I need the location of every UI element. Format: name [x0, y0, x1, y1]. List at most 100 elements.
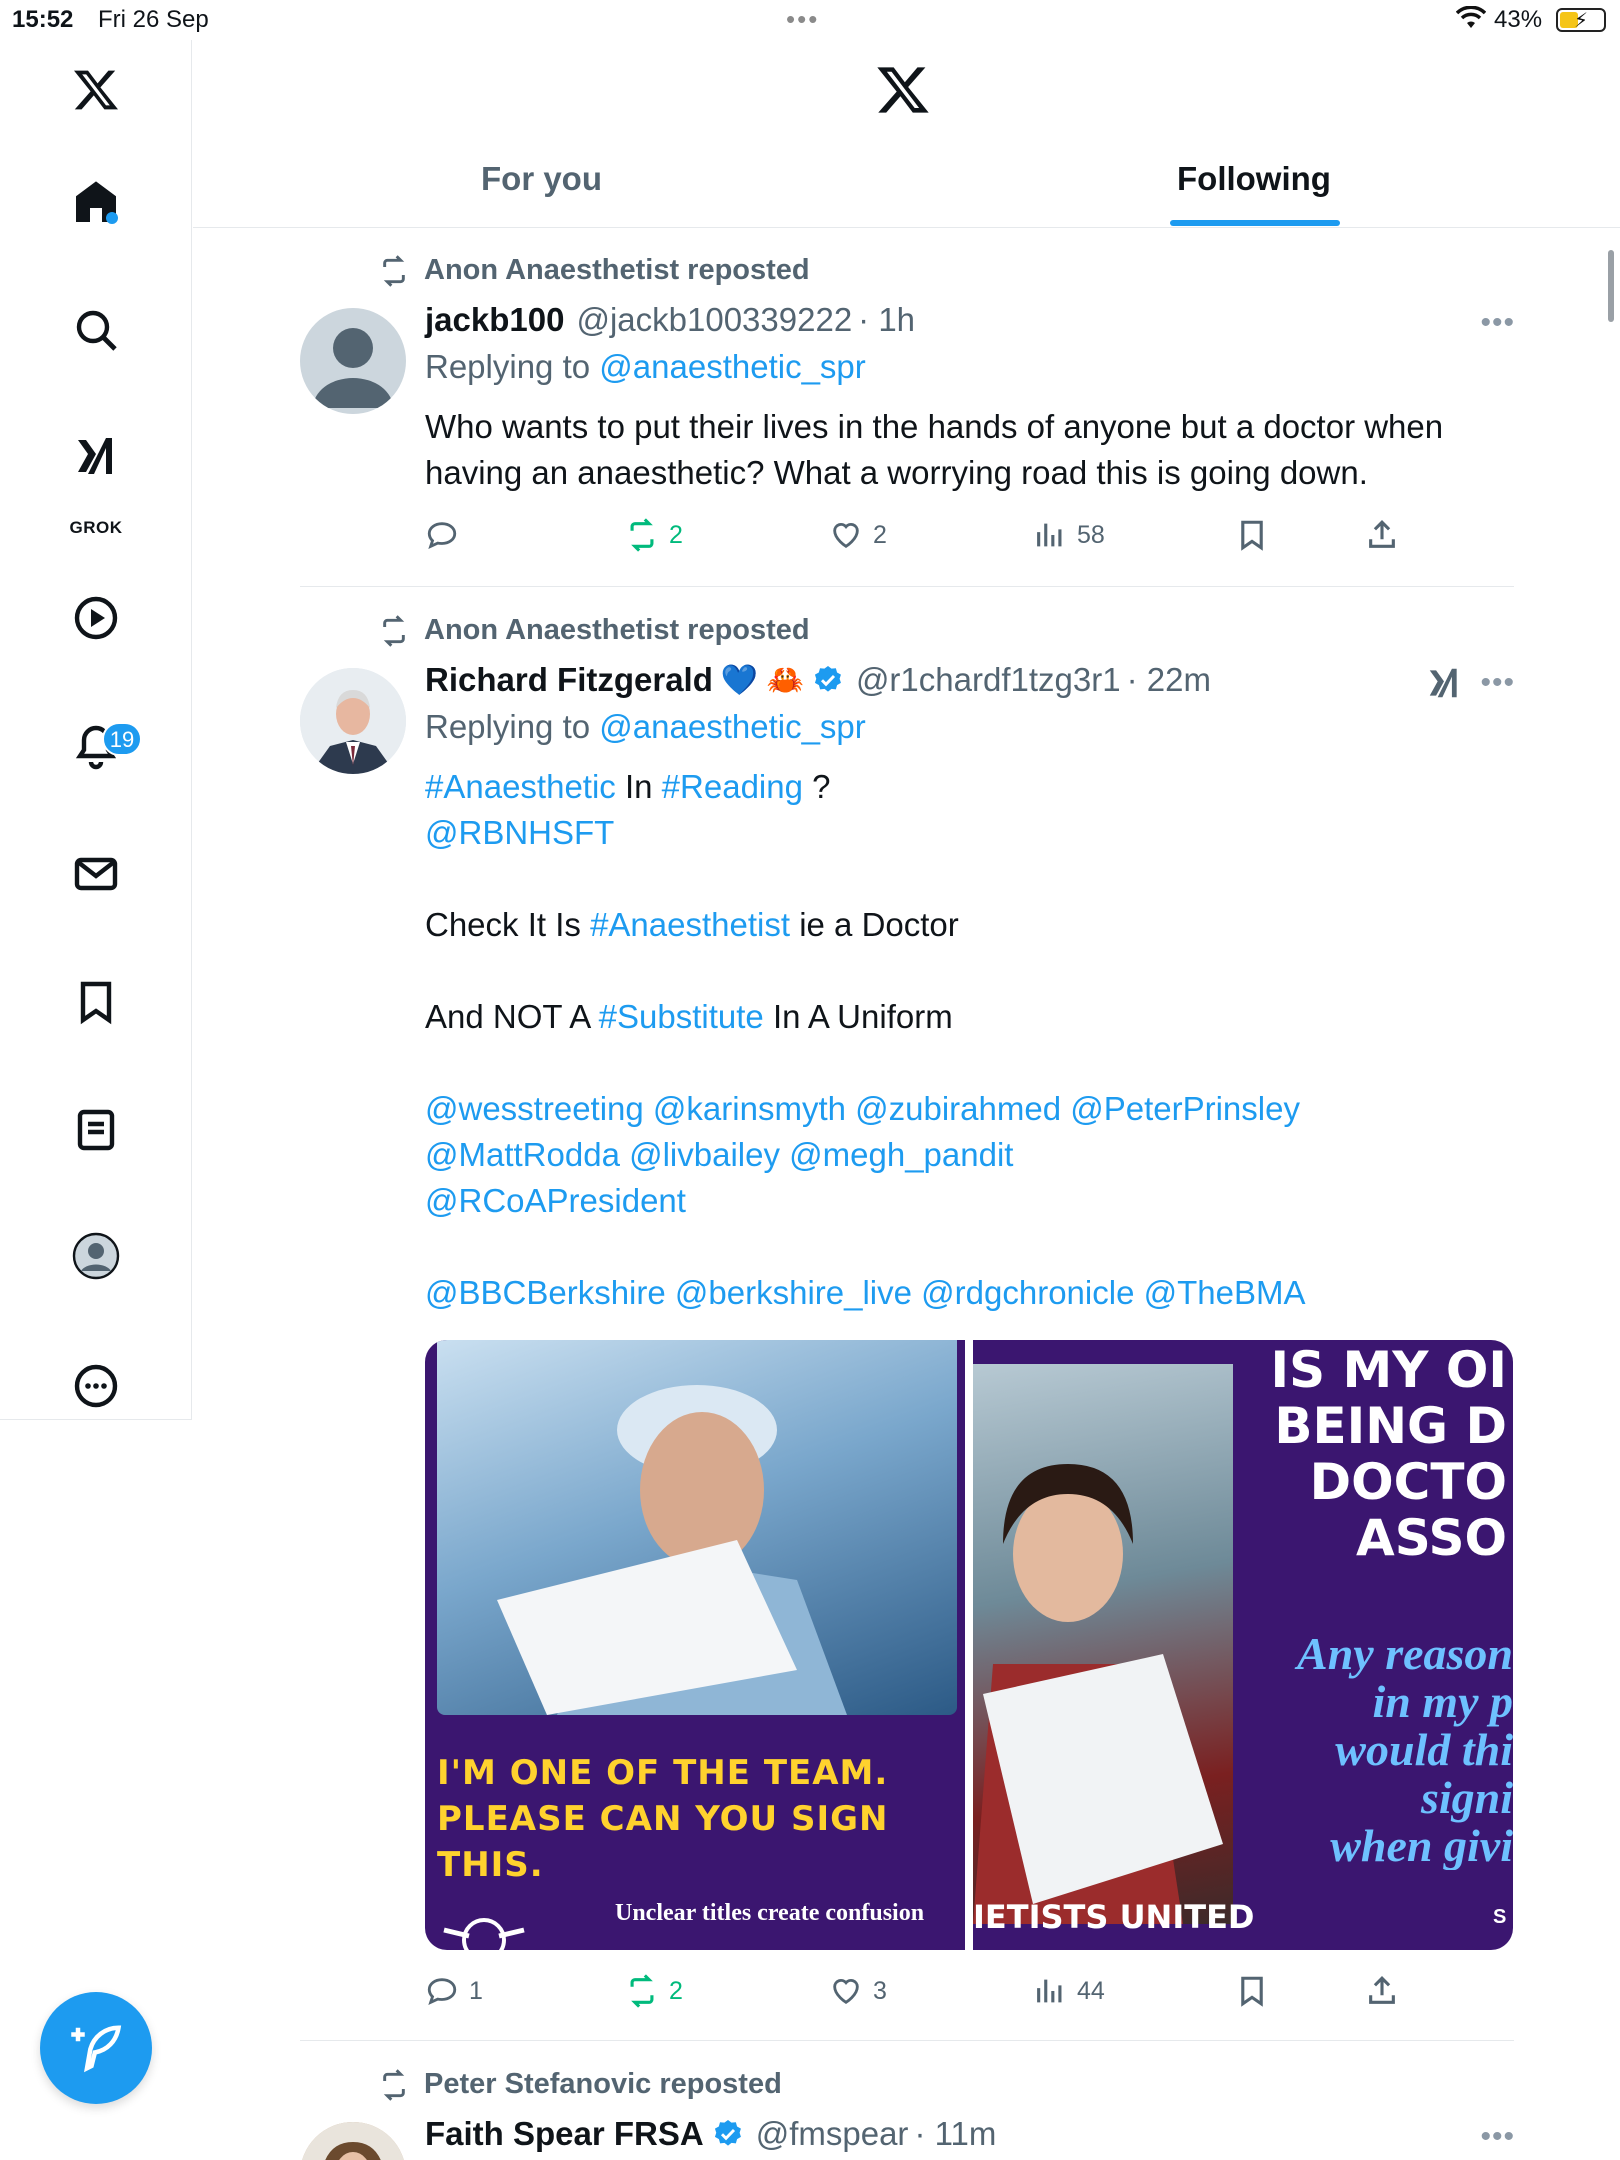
avatar[interactable] [300, 668, 406, 774]
reply-icon [427, 1978, 457, 2005]
avatar[interactable] [300, 308, 406, 414]
repost-context: Peter Stefanovic reposted [378, 2068, 782, 2101]
x-logo-icon[interactable] [66, 60, 126, 120]
profile-avatar-icon[interactable] [66, 1226, 126, 1286]
share-button[interactable] [1365, 518, 1399, 552]
views-button[interactable]: 58 [1033, 518, 1105, 552]
compose-post-button[interactable] [40, 1992, 152, 2104]
mention-links[interactable]: @BBCBerkshire @berkshire_live @rdgchroni… [425, 1274, 1305, 1311]
more-options-icon[interactable] [66, 1356, 126, 1416]
tab-following[interactable]: Following [1177, 160, 1331, 198]
repost-icon [630, 1974, 654, 2008]
anaesthetists-united-logo [443, 1918, 525, 1950]
hashtag-link[interactable]: #Reading [662, 768, 803, 805]
bookmark-icon [1241, 1976, 1263, 2007]
tweet-more-icon[interactable]: ••• [1480, 2120, 1514, 2154]
hashtag-link[interactable]: #Substitute [599, 998, 764, 1035]
home-icon[interactable] [66, 172, 126, 232]
tweet-card[interactable]: Anon Anaesthetist reposted Richard Fitzg… [300, 614, 1514, 2034]
tweet-body: Faith Spear FRSA @fmspear · 11m ••• [425, 2112, 1514, 2156]
replying-to-link[interactable]: @anaesthetic_spr [599, 348, 865, 385]
repost-button[interactable]: 2 [625, 518, 683, 552]
tweet-media[interactable]: I'M ONE OF THE TEAM. PLEASE CAN YOU SIGN… [425, 1340, 1513, 1950]
repost-button[interactable]: 2 [625, 1974, 683, 2008]
like-button[interactable]: 2 [829, 518, 887, 552]
sidebar-nav: GROK 19 [0, 40, 192, 1420]
battery-percent: 43% [1494, 6, 1543, 33]
tweet-time: · 1h [858, 301, 916, 338]
mention-link[interactable]: @RCoAPresident [425, 1182, 686, 1219]
grok-icon[interactable] [66, 426, 126, 486]
author-handle[interactable]: @jackb100339222 [576, 301, 852, 339]
tweet-author-row: Faith Spear FRSA @fmspear · 11m [425, 2112, 1514, 2156]
author-photo [300, 668, 406, 774]
multitasking-dots-icon[interactable]: ••• [786, 4, 819, 35]
share-icon [1369, 1976, 1395, 2004]
reply-button[interactable] [425, 518, 469, 552]
scrollbar[interactable] [1608, 250, 1614, 322]
home-unread-dot [106, 212, 118, 224]
views-chart-icon [1037, 523, 1062, 547]
tweet-body: jackb100 @jackb100339222 · 1h ••• Replyi… [425, 298, 1515, 496]
author-name[interactable]: jackb100 [425, 301, 564, 339]
repost-icon [383, 254, 405, 287]
tab-for-you[interactable]: For you [481, 160, 602, 198]
repost-icon [383, 2068, 405, 2101]
hashtag-link[interactable]: #Anaesthetist [590, 906, 790, 943]
media-image-right[interactable]: IS MY OI BEING D DOCTO ASSO Any reason i… [973, 1340, 1513, 1950]
like-button[interactable]: 3 [829, 1974, 887, 2008]
bookmarks-icon[interactable] [66, 972, 126, 1032]
bookmark-icon [1241, 520, 1263, 551]
reply-button[interactable]: 1 [425, 1974, 483, 2008]
tweet-text: Who wants to put their lives in the hand… [425, 408, 1444, 491]
search-icon[interactable] [66, 300, 126, 360]
author-handle[interactable]: @fmspear [756, 2115, 909, 2153]
media-left-caption: I'M ONE OF THE TEAM. PLEASE CAN YOU SIGN… [437, 1753, 889, 1885]
grok-explain-icon[interactable] [1425, 664, 1463, 702]
messages-envelope-icon[interactable] [66, 844, 126, 904]
share-icon [1369, 520, 1395, 548]
media-right-headline: IS MY OI BEING D DOCTO ASSO [1270, 1342, 1508, 1566]
tweet-text: #Anaesthetic In #Reading ? @RBNHSFT Chec… [425, 768, 1306, 1311]
author-name[interactable]: Richard Fitzgerald [425, 661, 713, 699]
media-left-subtitle: Unclear titles create confusion [615, 1900, 925, 1926]
verified-badge-icon [714, 2120, 741, 2146]
media-right-footer: IETISTS UNITED [973, 1898, 1255, 1936]
replying-to: Replying to @anaesthetic_spr [425, 348, 866, 385]
replying-to: Replying to @anaesthetic_spr [425, 708, 866, 745]
x-logo-icon[interactable] [875, 62, 931, 118]
tweet-card[interactable]: Peter Stefanovic reposted Faith Spear FR… [300, 2068, 1514, 2160]
battery-icon: ⚡ [1556, 8, 1606, 32]
mention-links[interactable]: @MattRodda @livbailey @megh_pandit [425, 1136, 1013, 1173]
tweet-divider [300, 586, 1514, 587]
author-photo [300, 2122, 406, 2160]
tweet-card[interactable]: Anon Anaesthetist reposted jackb100 @jac… [300, 254, 1514, 574]
author-handle[interactable]: @r1chardf1tzg3r1 [856, 661, 1121, 699]
heart-icon [833, 1979, 859, 2005]
repost-context: Anon Anaesthetist reposted [378, 614, 810, 647]
hashtag-link[interactable]: #Anaesthetic [425, 768, 616, 805]
tweet-time: · 11m [914, 2115, 997, 2152]
replying-to-link[interactable]: @anaesthetic_spr [599, 708, 865, 745]
notifications-badge: 19 [102, 722, 142, 756]
bookmark-button[interactable] [1235, 518, 1269, 552]
tweet-more-icon[interactable]: ••• [1480, 306, 1515, 340]
heart-icon [833, 523, 859, 549]
mention-link[interactable]: @RBNHSFT [425, 814, 614, 851]
video-play-icon[interactable] [66, 588, 126, 648]
bookmark-button[interactable] [1235, 1974, 1269, 2008]
views-button[interactable]: 44 [1033, 1974, 1105, 2008]
tweet-more-icon[interactable]: ••• [1480, 666, 1515, 700]
mention-links[interactable]: @wesstreeting @karinsmyth @zubirahmed @P… [425, 1090, 1300, 1127]
tweet-time: · 22m [1126, 661, 1211, 698]
tweet-divider [300, 2040, 1514, 2041]
media-image-left[interactable]: I'M ONE OF THE TEAM. PLEASE CAN YOU SIGN… [425, 1340, 965, 1950]
lists-icon[interactable] [66, 1100, 126, 1160]
repost-context: Anon Anaesthetist reposted [378, 254, 810, 287]
verified-badge-icon [814, 666, 841, 692]
repost-icon [630, 518, 654, 552]
status-date: Fri 26 Sep [98, 6, 209, 33]
avatar[interactable] [300, 2122, 406, 2160]
share-button[interactable] [1365, 1974, 1399, 2008]
author-name[interactable]: Faith Spear FRSA [425, 2115, 704, 2153]
